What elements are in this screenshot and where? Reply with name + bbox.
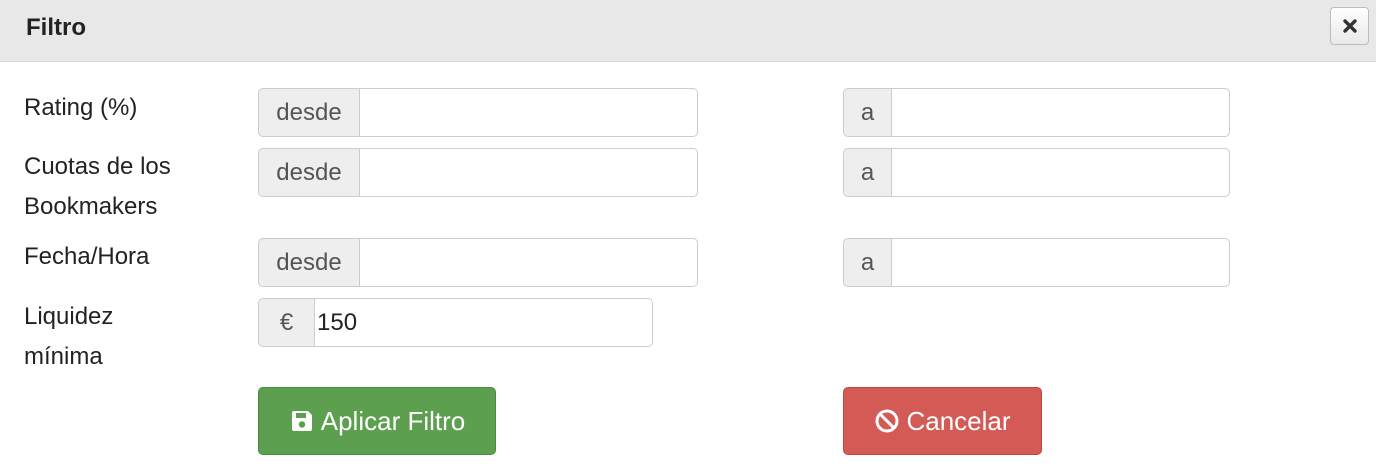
apply-filter-label: Aplicar Filtro xyxy=(320,405,466,436)
close-x-icon xyxy=(1342,19,1357,33)
currency-addon: € xyxy=(258,298,314,347)
rating-to-input[interactable] xyxy=(891,88,1230,137)
odds-from-group: desde xyxy=(258,148,698,197)
rating-from-group: desde xyxy=(258,88,698,137)
datetime-to-addon: a xyxy=(843,238,891,287)
save-icon xyxy=(291,411,312,431)
close-button[interactable] xyxy=(1330,7,1369,45)
rating-label: Rating (%) xyxy=(24,94,138,121)
odds-to-input[interactable] xyxy=(891,148,1230,197)
datetime-from-addon: desde xyxy=(258,238,359,287)
liquidity-group: € xyxy=(258,298,653,347)
datetime-from-input[interactable] xyxy=(359,238,698,287)
cancel-label: Cancelar xyxy=(906,405,1011,436)
odds-from-input[interactable] xyxy=(359,148,698,197)
datetime-to-input[interactable] xyxy=(891,238,1230,287)
odds-label: Cuotas de los Bookmakers xyxy=(24,147,171,227)
rating-from-input[interactable] xyxy=(359,88,698,137)
rating-from-addon: desde xyxy=(258,88,359,137)
apply-filter-button[interactable]: Aplicar Filtro xyxy=(258,387,496,455)
liquidity-label-line2: mínima xyxy=(24,343,103,370)
cancel-button[interactable]: Cancelar xyxy=(843,387,1042,455)
odds-label-line1: Cuotas de los xyxy=(24,153,171,180)
odds-from-addon: desde xyxy=(258,148,359,197)
liquidity-label-line1: Liquidez xyxy=(24,303,114,330)
odds-to-group: a xyxy=(843,148,1230,197)
rating-to-group: a xyxy=(843,88,1230,137)
datetime-from-group: desde xyxy=(258,238,698,287)
rating-to-addon: a xyxy=(843,88,891,137)
datetime-to-group: a xyxy=(843,238,1230,287)
odds-to-addon: a xyxy=(843,148,891,197)
datetime-label: Fecha/Hora xyxy=(24,243,150,270)
liquidity-label: Liquidez mínima xyxy=(24,297,113,377)
odds-label-line2: Bookmakers xyxy=(24,193,158,220)
dialog-header: Filtro xyxy=(0,0,1376,62)
ban-icon xyxy=(875,409,899,433)
dialog-title: Filtro xyxy=(26,14,86,41)
liquidity-input[interactable] xyxy=(314,298,653,347)
